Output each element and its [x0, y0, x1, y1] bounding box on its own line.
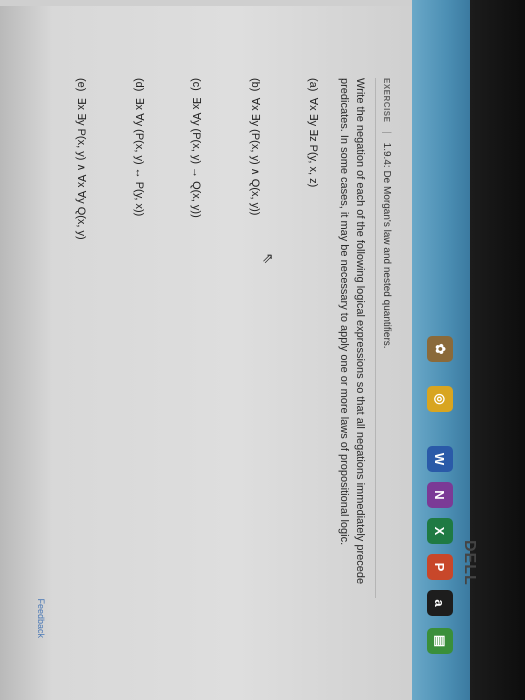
part-e: (e) ∃x ∃y P(x, y) ∧ ∀x ∀y Q(x, y): [75, 78, 88, 240]
part-label: (b): [249, 78, 261, 92]
amazon-icon[interactable]: a: [427, 590, 453, 616]
part-expression: ∃x ∀y (P(x, y) → Q(x, y)): [190, 96, 202, 218]
store-icon[interactable]: ▤: [427, 628, 453, 654]
exercise-badge: EXERCISE: [382, 78, 391, 123]
part-a: (a) ∀x ∃y ∃z P(y, x, z): [307, 78, 320, 187]
exercise-header: EXERCISE | 1.9.4: De Morgan's law and ne…: [381, 78, 392, 349]
mouse-cursor-icon: ⇖: [260, 252, 277, 265]
part-expression: ∃x ∀y (P(x, y) ↔ P(y, x)): [133, 97, 145, 217]
exercise-content: EXERCISE | 1.9.4: De Morgan's law and ne…: [0, 78, 400, 638]
part-label: (a): [307, 78, 319, 92]
exercise-instructions: Write the negation of each of the follow…: [338, 78, 366, 585]
excel-icon[interactable]: X: [427, 518, 453, 544]
dell-logo: DELL: [461, 540, 478, 586]
part-c: (c) ∃x ∀y (P(x, y) → Q(x, y)): [190, 78, 203, 218]
monitor-bezel: [470, 0, 525, 700]
onenote-icon[interactable]: N: [427, 482, 453, 508]
app-icon[interactable]: ✿: [427, 336, 453, 362]
part-expression: ∃x ∃y P(x, y) ∧ ∀x ∀y Q(x, y): [75, 97, 87, 240]
part-b: (b) ∀x ∃y (P(x, y) ∧ Q(x, y)): [249, 78, 262, 215]
part-label: (d): [133, 78, 145, 92]
header-separator: |: [381, 131, 392, 134]
powerpoint-icon[interactable]: P: [427, 554, 453, 580]
part-expression: ∀x ∃y ∃z P(y, x, z): [307, 97, 319, 188]
part-label: (c): [190, 78, 202, 91]
part-label: (e): [75, 78, 87, 92]
feedback-link[interactable]: Feedback: [36, 598, 46, 638]
chrome-icon[interactable]: ◎: [427, 386, 453, 412]
part-expression: ∀x ∃y (P(x, y) ∧ Q(x, y)): [249, 97, 261, 216]
part-d: (d) ∃x ∀y (P(x, y) ↔ P(y, x)): [133, 78, 146, 216]
word-icon[interactable]: W: [427, 446, 453, 472]
header-divider: [375, 78, 376, 598]
exercise-title: 1.9.4: De Morgan's law and nested quanti…: [381, 142, 392, 349]
